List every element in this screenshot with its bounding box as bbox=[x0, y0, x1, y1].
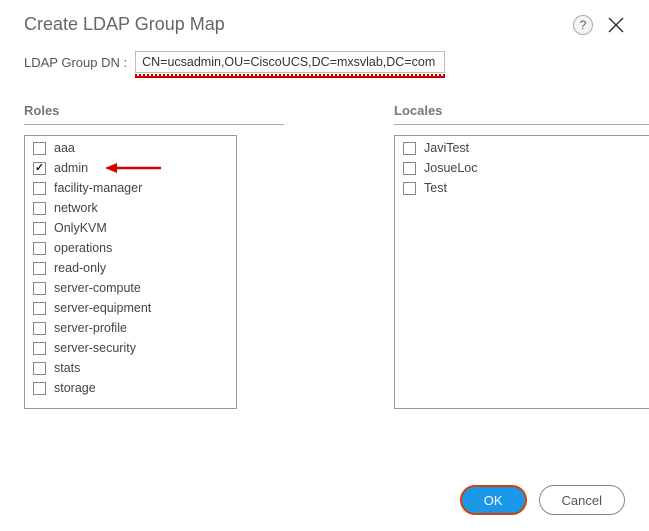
checkbox[interactable] bbox=[33, 202, 46, 215]
roles-item[interactable]: OnlyKVM bbox=[25, 218, 236, 238]
cancel-button[interactable]: Cancel bbox=[539, 485, 625, 515]
roles-item-label: server-security bbox=[54, 341, 136, 355]
roles-item-label: OnlyKVM bbox=[54, 221, 107, 235]
checkbox[interactable] bbox=[403, 182, 416, 195]
checkbox[interactable] bbox=[33, 342, 46, 355]
close-button[interactable] bbox=[607, 16, 625, 34]
checkbox[interactable] bbox=[33, 382, 46, 395]
locales-item-label: JaviTest bbox=[424, 141, 469, 155]
ldap-group-dn-label: LDAP Group DN : bbox=[24, 55, 127, 70]
locales-panel: Locales JaviTest JosueLoc Test bbox=[394, 103, 649, 409]
locales-panel-title: Locales bbox=[394, 103, 649, 125]
locales-listbox[interactable]: JaviTest JosueLoc Test bbox=[394, 135, 649, 409]
dialog-header: Create LDAP Group Map ? bbox=[24, 14, 625, 35]
roles-item[interactable]: admin bbox=[25, 158, 236, 178]
dialog-header-actions: ? bbox=[573, 15, 625, 35]
roles-item-label: facility-manager bbox=[54, 181, 142, 195]
roles-item[interactable]: aaa bbox=[25, 138, 236, 158]
locales-item[interactable]: JaviTest bbox=[395, 138, 649, 158]
roles-item-label: network bbox=[54, 201, 98, 215]
checkbox[interactable] bbox=[33, 302, 46, 315]
roles-item-label: stats bbox=[54, 361, 80, 375]
checkbox[interactable] bbox=[33, 322, 46, 335]
annotation-arrow-icon bbox=[105, 161, 161, 175]
roles-item[interactable]: server-compute bbox=[25, 278, 236, 298]
checkbox[interactable] bbox=[33, 222, 46, 235]
locales-item[interactable]: JosueLoc bbox=[395, 158, 649, 178]
dialog-title: Create LDAP Group Map bbox=[24, 14, 225, 35]
panels-row: Roles aaa admin facility-manager network Onl… bbox=[24, 103, 625, 409]
dialog-footer: OK Cancel bbox=[460, 485, 625, 515]
ldap-group-dn-row: LDAP Group DN : bbox=[24, 51, 625, 73]
roles-item[interactable]: storage bbox=[25, 378, 236, 398]
roles-item[interactable]: network bbox=[25, 198, 236, 218]
roles-panel-title: Roles bbox=[24, 103, 284, 125]
roles-item[interactable]: facility-manager bbox=[25, 178, 236, 198]
locales-item[interactable]: Test bbox=[395, 178, 649, 198]
checkbox[interactable] bbox=[33, 142, 46, 155]
checkbox[interactable] bbox=[33, 162, 46, 175]
roles-item[interactable]: stats bbox=[25, 358, 236, 378]
roles-item[interactable]: server-equipment bbox=[25, 298, 236, 318]
roles-item-label: server-equipment bbox=[54, 301, 151, 315]
roles-panel: Roles aaa admin facility-manager network Onl… bbox=[24, 103, 284, 409]
ldap-group-dn-input[interactable] bbox=[135, 51, 445, 73]
roles-item[interactable]: operations bbox=[25, 238, 236, 258]
checkbox[interactable] bbox=[33, 182, 46, 195]
close-icon bbox=[607, 16, 625, 34]
roles-item-label: aaa bbox=[54, 141, 75, 155]
roles-item[interactable]: read-only bbox=[25, 258, 236, 278]
locales-item-label: JosueLoc bbox=[424, 161, 478, 175]
roles-item-label: storage bbox=[54, 381, 96, 395]
create-ldap-group-map-dialog: Create LDAP Group Map ? LDAP Group DN : … bbox=[0, 0, 649, 531]
roles-listbox[interactable]: aaa admin facility-manager network OnlyKVM op… bbox=[24, 135, 237, 409]
roles-item-label: server-compute bbox=[54, 281, 141, 295]
roles-item[interactable]: server-security bbox=[25, 338, 236, 358]
annotation-underline bbox=[135, 76, 445, 78]
checkbox[interactable] bbox=[33, 362, 46, 375]
checkbox[interactable] bbox=[403, 142, 416, 155]
roles-item-label: operations bbox=[54, 241, 112, 255]
checkbox[interactable] bbox=[403, 162, 416, 175]
checkbox[interactable] bbox=[33, 262, 46, 275]
roles-item-label: admin bbox=[54, 161, 88, 175]
checkbox[interactable] bbox=[33, 282, 46, 295]
roles-item-label: read-only bbox=[54, 261, 106, 275]
ok-button[interactable]: OK bbox=[460, 485, 527, 515]
checkbox[interactable] bbox=[33, 242, 46, 255]
roles-item-label: server-profile bbox=[54, 321, 127, 335]
roles-item[interactable]: server-profile bbox=[25, 318, 236, 338]
help-button[interactable]: ? bbox=[573, 15, 593, 35]
locales-item-label: Test bbox=[424, 181, 447, 195]
ldap-group-dn-wrap bbox=[135, 51, 445, 73]
